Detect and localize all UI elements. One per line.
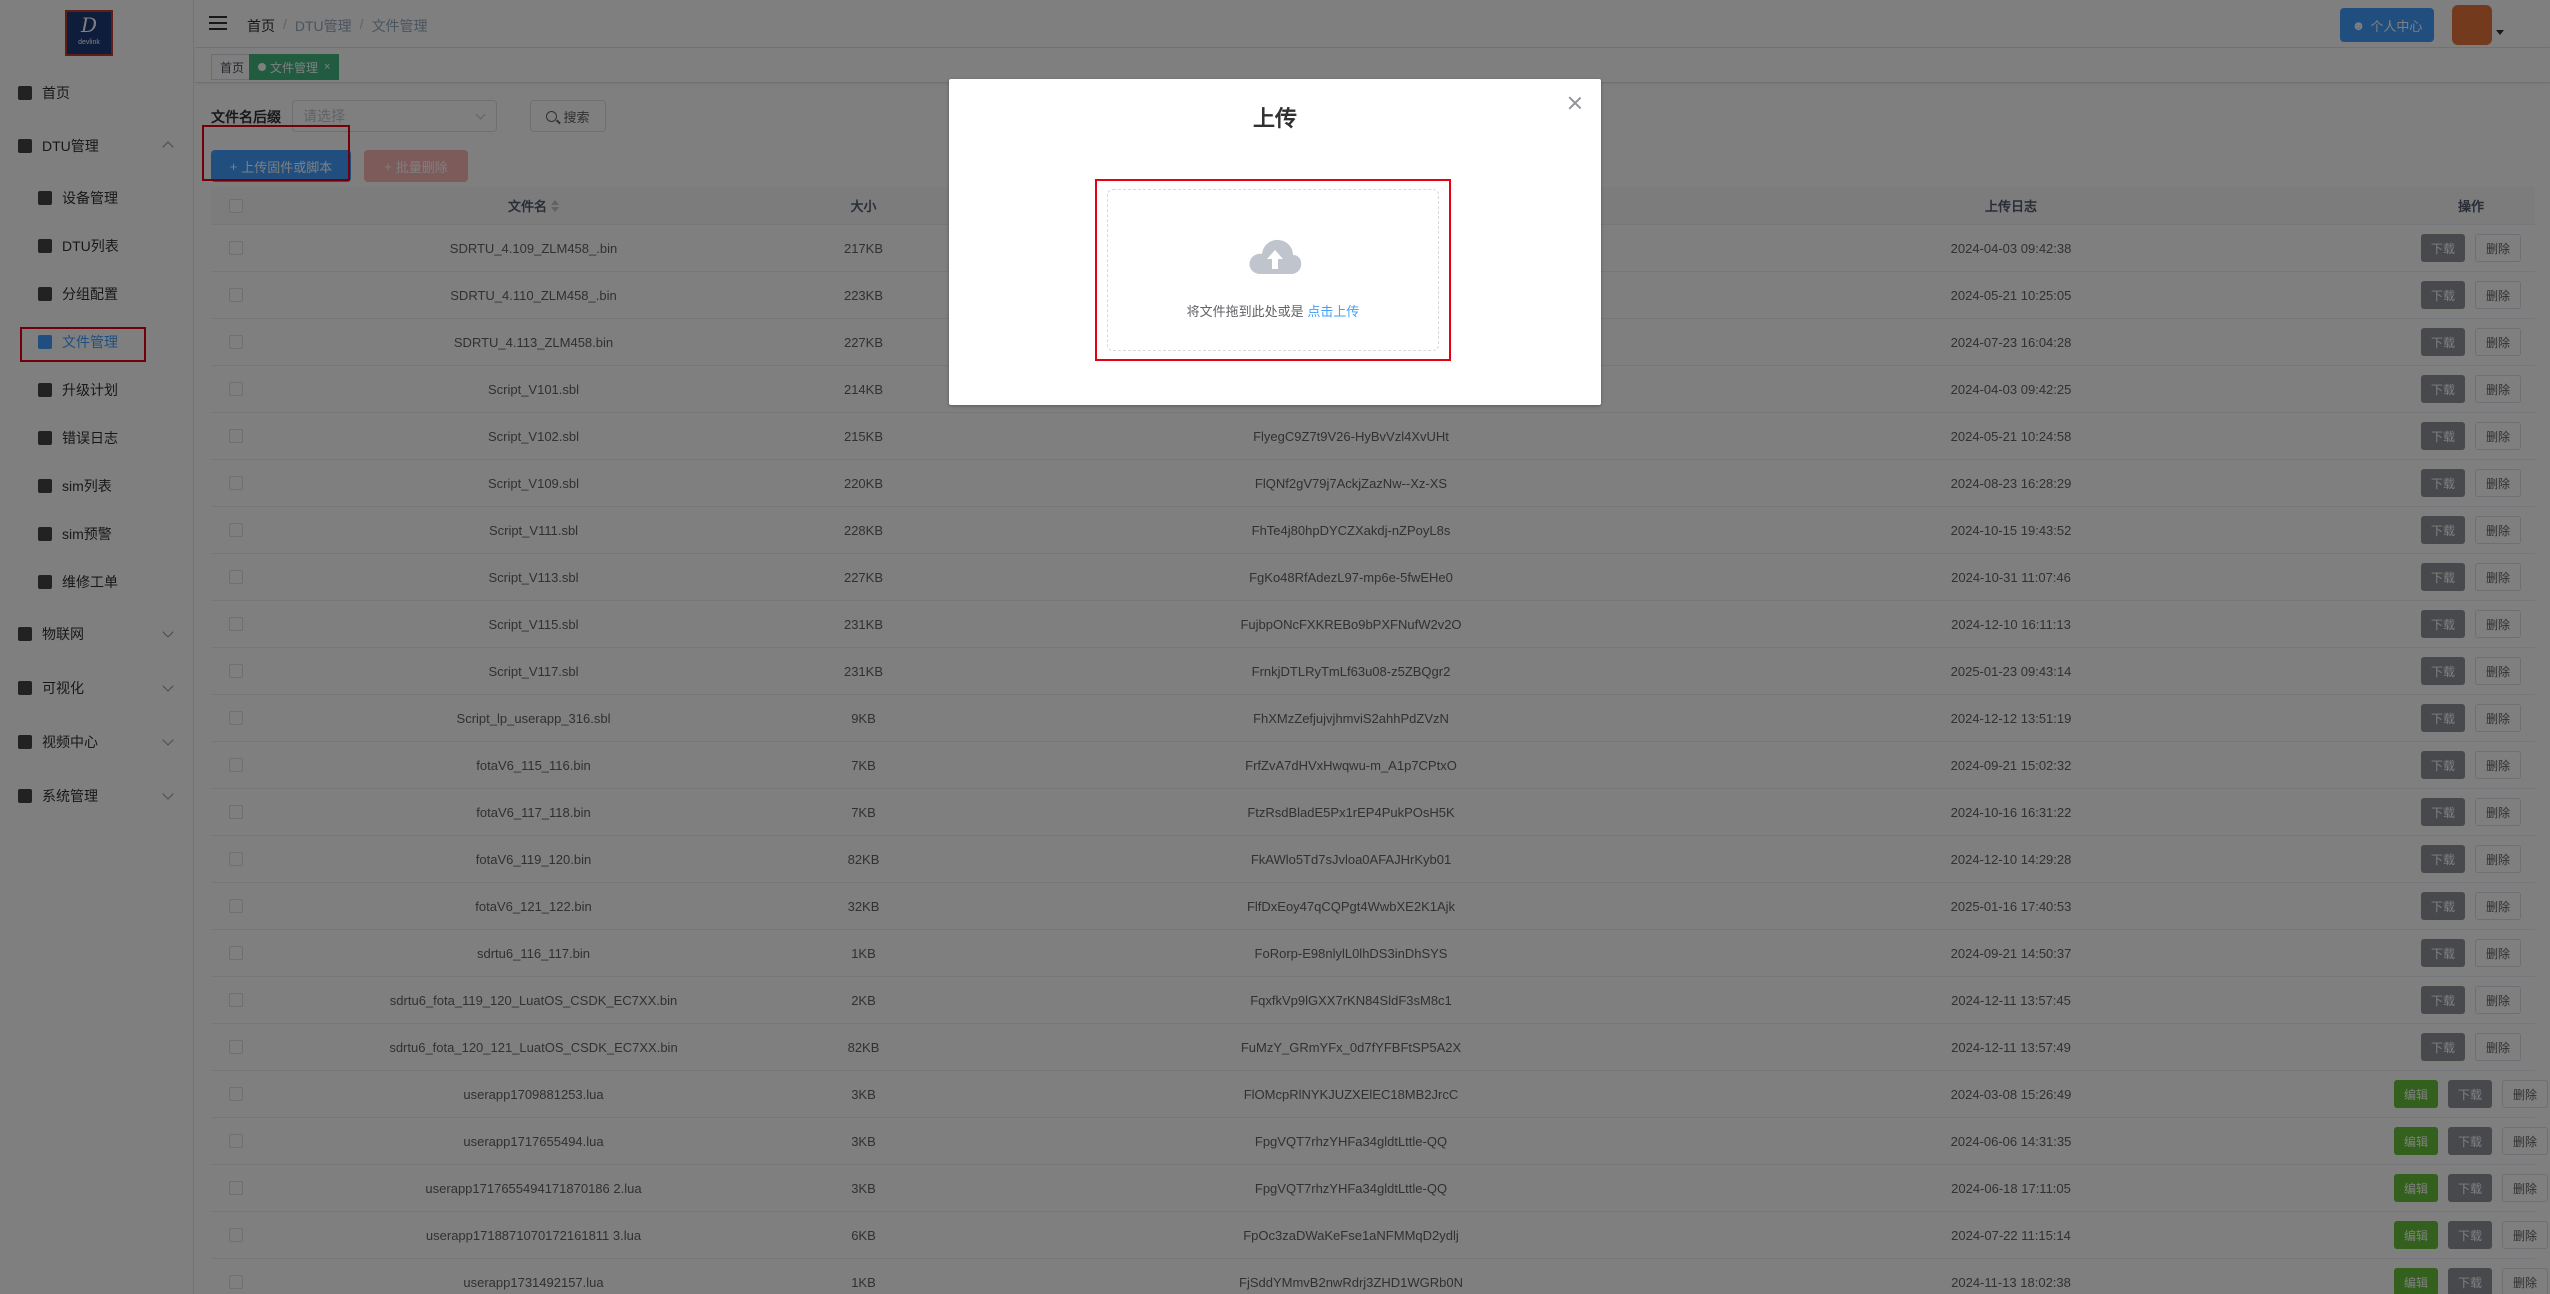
dropzone-text: 将文件拖到此处或是 点击上传 [1097,301,1449,320]
dialog-title: 上传 [1252,106,1297,131]
upload-dropzone[interactable]: 将文件拖到此处或是 点击上传 [1095,179,1451,361]
upload-dialog: 上传 将文件拖到此处或是 点击上传 [949,79,1601,405]
dropzone-hint: 将文件拖到此处或是 [1186,304,1304,319]
click-upload-link[interactable]: 点击上传 [1307,304,1359,319]
cloud-upload-icon [1249,239,1302,274]
close-icon[interactable] [1567,95,1583,111]
